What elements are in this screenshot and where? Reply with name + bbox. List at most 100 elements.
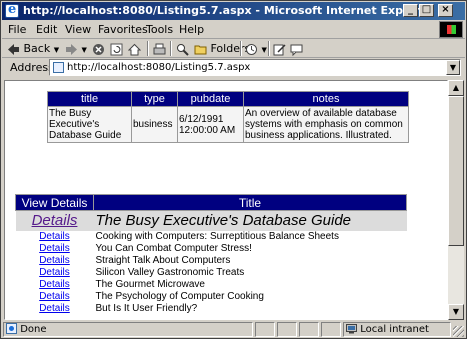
- status-pane: [321, 322, 341, 337]
- menu-favorites[interactable]: Favorites: [98, 23, 148, 36]
- details-link[interactable]: Details: [39, 291, 70, 302]
- refresh-icon: [110, 43, 123, 55]
- scroll-up-icon[interactable]: ▲: [448, 80, 464, 96]
- details-link[interactable]: Details: [32, 212, 78, 229]
- edit-page-icon: [273, 43, 286, 55]
- status-text: Done: [20, 324, 47, 335]
- home-button[interactable]: [128, 42, 141, 56]
- windows-logo-icon: [439, 21, 463, 38]
- history-dropdown-icon: ▼: [261, 46, 267, 54]
- ie-logo-icon: [5, 2, 19, 18]
- cell-pubdate: 6/12/1991 12:00:00 AM: [177, 106, 244, 143]
- link-cell: Details: [16, 291, 94, 303]
- toolbar: Back ▼ ▼ Folders ▼: [2, 40, 465, 58]
- history-icon: [246, 43, 257, 55]
- details-link[interactable]: Details: [39, 303, 70, 314]
- details-table: title type pubdate notes The Busy Execut…: [47, 91, 409, 143]
- link-cell: Details: [16, 255, 94, 267]
- history-button[interactable]: ▼: [245, 42, 267, 56]
- title-cell: Silicon Valley Gastronomic Treats: [95, 266, 245, 278]
- toolbar-separator: [240, 41, 242, 56]
- details-link[interactable]: Details: [39, 231, 70, 242]
- link-cell: Details: [16, 243, 94, 255]
- page-content: title type pubdate notes The Busy Execut…: [4, 80, 448, 320]
- cell-notes: An overview of available database system…: [243, 106, 409, 143]
- window-title: http://localhost:8080/Listing5.7.aspx - …: [23, 4, 433, 17]
- minimize-button[interactable]: _: [403, 4, 418, 17]
- intranet-icon: [346, 324, 357, 334]
- menu-edit[interactable]: Edit: [36, 23, 57, 36]
- stop-icon: [93, 43, 104, 55]
- page-done-icon: [6, 323, 17, 334]
- column-header-type: type: [131, 91, 178, 107]
- column-header-title: title: [47, 91, 132, 107]
- link-cell: Details: [16, 279, 94, 291]
- forward-arrow-icon: [66, 43, 77, 55]
- title-cell: The Gourmet Microwave: [95, 278, 205, 290]
- forward-button[interactable]: ▼: [65, 42, 87, 56]
- title-cell: You Can Combat Computer Stress!: [95, 242, 252, 254]
- title-cell: Straight Talk About Computers: [95, 254, 231, 266]
- refresh-button[interactable]: [110, 42, 123, 56]
- title-cell: The Busy Executive's Database Guide: [93, 210, 407, 231]
- toolbar-separator: [268, 41, 270, 56]
- address-dropdown-icon[interactable]: ▼: [446, 60, 460, 75]
- table-row: Details The Gourmet Microwave: [16, 279, 407, 291]
- back-button[interactable]: Back ▼: [7, 42, 59, 56]
- scroll-thumb[interactable]: [448, 96, 464, 246]
- status-pane: [277, 322, 297, 337]
- table-row-selected: Details The Busy Executive's Database Gu…: [15, 210, 407, 231]
- menu-view[interactable]: View: [65, 23, 91, 36]
- discuss-button[interactable]: [290, 42, 303, 56]
- back-dropdown-icon: ▼: [53, 46, 60, 54]
- home-icon: [128, 43, 141, 55]
- scroll-down-icon[interactable]: ▼: [448, 304, 464, 320]
- menu-help[interactable]: Help: [179, 23, 204, 36]
- details-link[interactable]: Details: [39, 255, 70, 266]
- cell-type: business: [131, 106, 178, 143]
- table-row: Details Straight Talk About Computers: [16, 255, 407, 267]
- address-bar: Address http://localhost:8080/Listing5.7…: [2, 59, 465, 77]
- details-link[interactable]: Details: [39, 243, 70, 254]
- menu-file[interactable]: File: [8, 23, 26, 36]
- status-pane: [255, 322, 275, 337]
- status-text-pane: Done: [3, 322, 253, 337]
- search-button[interactable]: [176, 42, 189, 56]
- security-zone-text: Local intranet: [360, 324, 429, 335]
- column-header-pubdate: pubdate: [177, 91, 244, 107]
- details-link[interactable]: Details: [39, 279, 70, 290]
- title-cell: Cooking with Computers: Surreptitious Ba…: [95, 230, 339, 242]
- discuss-icon: [290, 44, 303, 56]
- resize-grip-icon[interactable]: [453, 326, 464, 337]
- details-link[interactable]: Details: [39, 267, 70, 278]
- edit-page-button[interactable]: [273, 42, 286, 56]
- table-row: Details Silicon Valley Gastronomic Treat…: [16, 267, 407, 279]
- close-button[interactable]: ×: [438, 4, 453, 17]
- title-bar[interactable]: http://localhost:8080/Listing5.7.aspx - …: [2, 2, 465, 20]
- stop-button[interactable]: [92, 42, 105, 56]
- address-input[interactable]: http://localhost:8080/Listing5.7.aspx ▼: [49, 59, 461, 76]
- status-bar: Done Local intranet: [2, 321, 465, 338]
- menu-tools[interactable]: Tools: [146, 23, 173, 36]
- back-label: Back: [23, 42, 51, 55]
- title-cell: But Is It User Friendly?: [95, 302, 198, 314]
- link-cell: Details: [16, 231, 94, 243]
- address-label: Address: [10, 61, 54, 74]
- folders-icon: [194, 45, 207, 54]
- table-row: The Busy Executive's Database Guide busi…: [47, 106, 409, 143]
- column-header-title: Title: [93, 194, 407, 211]
- link-cell: Details: [16, 303, 94, 315]
- address-url: http://localhost:8080/Listing5.7.aspx: [67, 62, 251, 73]
- forward-dropdown-icon: ▼: [81, 46, 87, 54]
- link-cell: Details: [15, 210, 94, 231]
- menu-bar: File Edit View Favorites Tools Help: [2, 21, 465, 39]
- toolbar-separator: [147, 41, 149, 56]
- vertical-scrollbar[interactable]: ▲ ▼: [448, 80, 464, 320]
- titles-table: View Details Title Details The Busy Exec…: [15, 194, 407, 315]
- maximize-button[interactable]: □: [419, 4, 434, 17]
- browser-window: http://localhost:8080/Listing5.7.aspx - …: [0, 0, 467, 339]
- page-icon: [53, 62, 64, 73]
- title-cell: The Psychology of Computer Cooking: [95, 290, 264, 302]
- print-icon: [153, 43, 166, 54]
- print-button[interactable]: [153, 42, 166, 56]
